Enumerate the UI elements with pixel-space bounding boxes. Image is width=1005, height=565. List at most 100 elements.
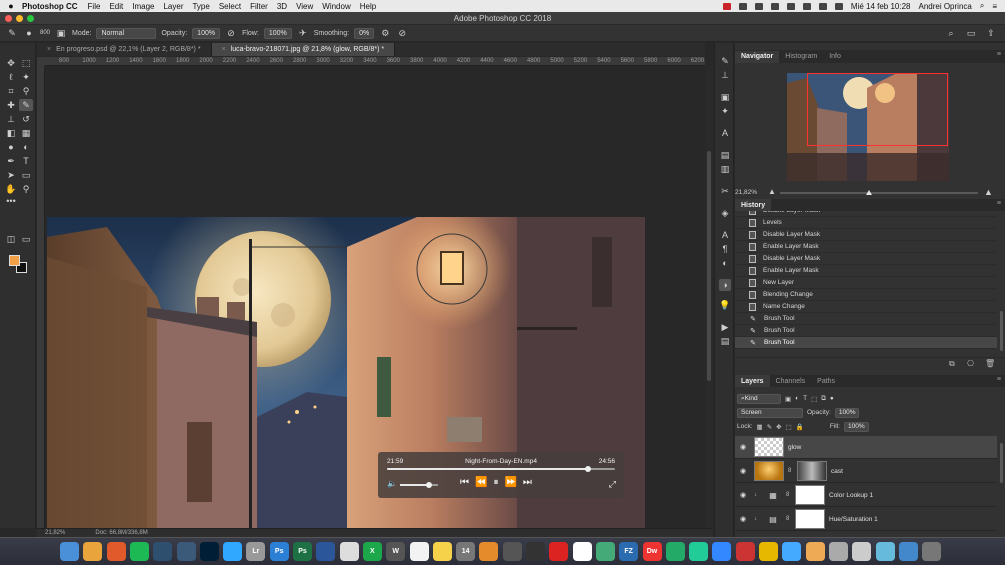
- creative-cloud-icon[interactable]: [738, 2, 747, 10]
- dock-app-icon[interactable]: [106, 542, 126, 561]
- history-state[interactable]: Name Change: [735, 301, 997, 313]
- dock-app-icon[interactable]: [875, 542, 895, 561]
- dock-app-icon[interactable]: [432, 542, 452, 561]
- zoom-tool-icon[interactable]: ⚲: [19, 183, 33, 195]
- properties-panel-icon[interactable]: ✦: [719, 105, 731, 117]
- dock-app-icon[interactable]: [129, 542, 149, 561]
- brush-tool-icon[interactable]: ✎: [6, 28, 18, 39]
- dock-app-icon[interactable]: W: [386, 542, 406, 561]
- player-progress-knob[interactable]: [584, 466, 591, 472]
- airplay-icon[interactable]: [754, 2, 763, 10]
- zoom-in-icon[interactable]: ▲: [984, 187, 993, 197]
- actions-panel-icon[interactable]: ▣: [719, 91, 731, 103]
- dodge-tool-icon[interactable]: ◐: [19, 141, 33, 153]
- dock-app-icon[interactable]: [176, 542, 196, 561]
- rewind-icon[interactable]: ⏪: [475, 477, 487, 488]
- pause-icon[interactable]: ⏸: [493, 477, 498, 488]
- crop-tool-icon[interactable]: ⌗: [4, 85, 18, 97]
- history-state[interactable]: ✎ Brush Tool: [735, 325, 997, 337]
- dock-app-icon[interactable]: [898, 542, 918, 561]
- dock-app-icon[interactable]: [735, 542, 755, 561]
- panel-menu-icon[interactable]: ≡: [997, 376, 1001, 383]
- panel-menu-icon[interactable]: ≡: [997, 200, 1001, 207]
- timeline-panel-icon[interactable]: ▶: [719, 321, 731, 333]
- history-state[interactable]: Levels: [735, 217, 997, 229]
- eraser-tool-icon[interactable]: ◧: [4, 127, 18, 139]
- dock-app-icon[interactable]: [549, 542, 569, 561]
- dock-app-icon[interactable]: [153, 542, 173, 561]
- layer-kind-filter[interactable]: ⌕ Kind: [737, 393, 781, 404]
- libraries-panel-icon[interactable]: ▤: [719, 149, 731, 161]
- move-tool-icon[interactable]: ✥: [4, 57, 18, 69]
- history-scrollbar[interactable]: [1000, 311, 1003, 351]
- dock-app-icon[interactable]: Dw: [642, 542, 662, 561]
- layer-thumbnail[interactable]: [754, 437, 784, 457]
- layer-name[interactable]: Hue/Saturation 1: [829, 516, 878, 523]
- tab-luca-bravo[interactable]: × luca-bravo-218071.jpg @ 21,8% (glow, R…: [211, 43, 396, 56]
- dock-app-icon[interactable]: [502, 542, 522, 561]
- pressure-opacity-icon[interactable]: ⊘: [225, 28, 237, 39]
- healing-brush-tool-icon[interactable]: ✚: [4, 99, 18, 111]
- horizontal-ruler[interactable]: 800 1000 1200 1400 1600 1800 2000 2200 2400 2600 2…: [45, 57, 705, 66]
- mask-link-icon[interactable]: 8: [786, 492, 792, 498]
- new-snapshot-icon[interactable]: ⎔: [967, 359, 974, 368]
- adjustment-layer-icon[interactable]: ▤: [766, 515, 780, 524]
- dock-app-icon[interactable]: [572, 542, 592, 561]
- smoothing-settings-gear-icon[interactable]: ⚙: [379, 28, 391, 39]
- airbrush-icon[interactable]: ✈: [297, 28, 309, 39]
- share-icon[interactable]: ⇪: [985, 28, 997, 39]
- tab-info[interactable]: Info: [823, 51, 847, 63]
- filter-adjustment-icon[interactable]: ◐: [795, 395, 799, 402]
- flow-field[interactable]: 100%: [263, 27, 292, 39]
- dock-app-icon[interactable]: FZ: [619, 542, 639, 561]
- delete-state-icon[interactable]: 🗑: [985, 359, 995, 368]
- volume-icon[interactable]: 🔈: [387, 479, 397, 488]
- filter-smart-object-icon[interactable]: ⧉: [821, 395, 826, 403]
- layer-row[interactable]: ◉ 8 cast: [735, 460, 997, 483]
- color-panel-icon[interactable]: ◐: [719, 257, 731, 269]
- history-state[interactable]: ✎ Brush Tool: [735, 337, 997, 349]
- bluetooth-icon[interactable]: [770, 2, 779, 10]
- dock-app-icon[interactable]: [922, 542, 942, 561]
- dock-app-icon[interactable]: [479, 542, 499, 561]
- lasso-tool-icon[interactable]: ℓ: [4, 71, 18, 83]
- quick-mask-icon[interactable]: ◫: [4, 233, 18, 245]
- menu-3d[interactable]: 3D: [277, 2, 287, 11]
- lock-transparent-icon[interactable]: ▦: [757, 423, 763, 431]
- menubar-user[interactable]: Andrei Oprinca: [918, 2, 971, 11]
- menubar-clock[interactable]: Mié 14 feb 10:28: [851, 2, 911, 11]
- video-player-overlay[interactable]: 21:59 Night-From-Day-EN.mp4 24:56 🔈 ⏮ ⏪ …: [378, 452, 624, 498]
- player-volume-knob[interactable]: [425, 482, 432, 488]
- status-doc-size[interactable]: Doc: 66,8M/336,8M: [95, 530, 147, 536]
- visibility-eye-icon[interactable]: ◉: [738, 515, 748, 523]
- skip-forward-icon[interactable]: ⏭: [523, 477, 532, 488]
- battery-icon[interactable]: [818, 2, 827, 10]
- dock-app-icon[interactable]: [759, 542, 778, 561]
- history-state[interactable]: Disable Layer Mask: [735, 229, 997, 241]
- mask-link-icon[interactable]: 8: [788, 468, 794, 474]
- blend-mode-select[interactable]: Screen: [737, 407, 803, 418]
- layer-fill-field[interactable]: 100%: [843, 421, 869, 432]
- navigator-zoom-handle[interactable]: [866, 190, 873, 195]
- pen-tool-icon[interactable]: ✒: [4, 155, 18, 167]
- smoothing-field[interactable]: 0%: [354, 27, 375, 39]
- visibility-eye-icon[interactable]: ◉: [738, 467, 748, 475]
- layer-row[interactable]: ◉ ↓ ▦ 8 Color Lookup 1: [735, 484, 997, 507]
- dock-app-icon[interactable]: Ps: [269, 542, 289, 561]
- menu-filter[interactable]: Filter: [250, 2, 268, 11]
- filter-shape-icon[interactable]: ⬚: [811, 395, 817, 403]
- dock-app-icon[interactable]: [852, 542, 872, 561]
- brush-settings-icon[interactable]: ▣: [55, 28, 67, 39]
- marquee-tool-icon[interactable]: ⬚: [19, 57, 33, 69]
- history-state[interactable]: Blending Change: [735, 289, 997, 301]
- layer-thumbnail[interactable]: [754, 461, 784, 481]
- more-tools-icon[interactable]: •••: [4, 195, 18, 207]
- paragraph-panel-icon[interactable]: ¶: [719, 243, 731, 255]
- dock-app-icon[interactable]: [828, 542, 848, 561]
- tab-history[interactable]: History: [735, 199, 772, 211]
- history-brush-tool-icon[interactable]: ↺: [19, 113, 33, 125]
- history-state[interactable]: ✎ Brush Tool: [735, 313, 997, 325]
- dock-app-icon[interactable]: [805, 542, 825, 561]
- gradient-tool-icon[interactable]: ▦: [19, 127, 33, 139]
- lock-image-icon[interactable]: ✎: [767, 423, 772, 431]
